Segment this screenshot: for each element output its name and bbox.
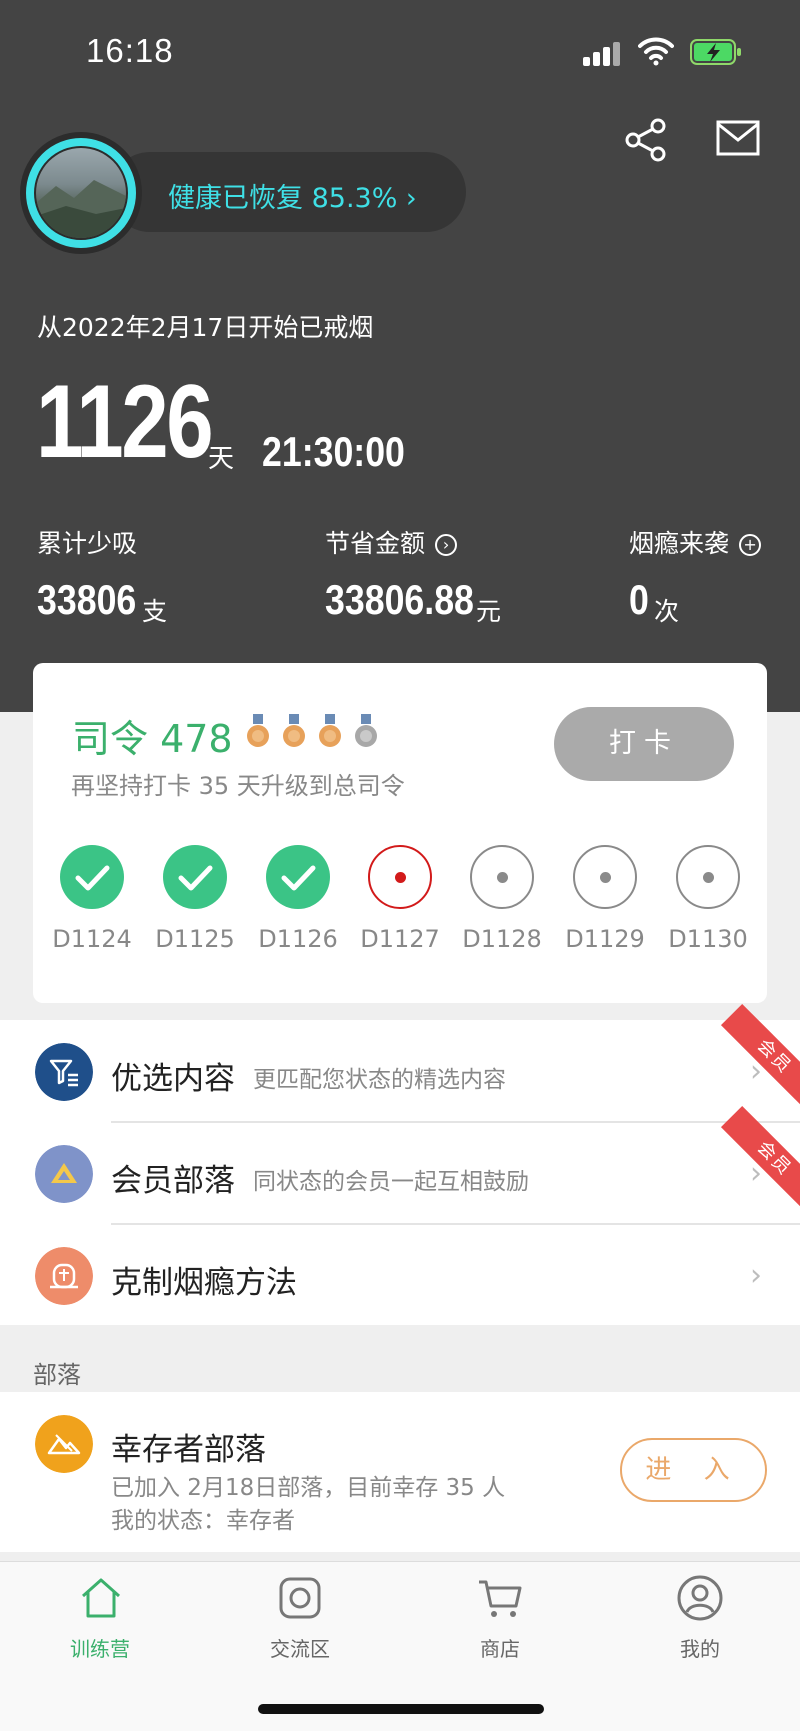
medal-icon — [319, 714, 341, 747]
stat-label-cravings[interactable]: 烟瘾来袭 + — [629, 524, 762, 560]
check-icon — [178, 865, 213, 891]
battery-charging-icon — [690, 39, 741, 65]
enter-tribe-button[interactable]: 进 入 — [620, 1438, 767, 1502]
tribe-status: 我的状态：幸存者 — [111, 1508, 295, 1534]
chevron-right-icon: › — [750, 1258, 762, 1293]
health-recovery-text[interactable]: 健康已恢复 85.3% › — [168, 176, 417, 215]
strength-icon — [35, 1247, 93, 1305]
list-item-title: 克制烟瘾方法 — [111, 1265, 297, 1301]
check-icon — [281, 865, 316, 891]
arrow-right-circle-icon[interactable]: › — [435, 534, 458, 556]
checkin-button[interactable]: 打卡 — [554, 707, 734, 781]
day-label: D1130 — [668, 925, 748, 953]
elapsed-clock: 21:30:00 — [262, 428, 405, 475]
cart-icon[interactable] — [476, 1574, 524, 1622]
day-check-done — [60, 845, 124, 909]
stat-label-money[interactable]: 节省金额 › — [325, 524, 458, 560]
list-item-subtitle: 同状态的会员一起互相鼓励 — [253, 1169, 529, 1195]
day-label: D1124 — [52, 925, 132, 953]
stat-unit-money: 元 — [476, 597, 502, 626]
tab-mine[interactable]: 我的 — [640, 1633, 760, 1662]
days-counter: 1126 — [36, 364, 214, 480]
tribe-title: 幸存者部落 — [111, 1432, 266, 1468]
rank-subtitle: 再坚持打卡 35 天升级到总司令 — [71, 772, 405, 800]
stat-unit-cravings: 次 — [654, 597, 680, 626]
plus-circle-icon[interactable]: + — [739, 534, 762, 556]
divider — [111, 1121, 800, 1123]
tab-community[interactable]: 交流区 — [240, 1633, 360, 1662]
triangle-badge-icon — [35, 1145, 93, 1203]
avatar-photo — [36, 180, 126, 238]
filter-list-icon — [35, 1043, 93, 1101]
day-label: D1128 — [462, 925, 542, 953]
tab-training-camp[interactable]: 训练营 — [40, 1633, 160, 1662]
rank-title: 司令 478 — [72, 717, 233, 761]
tribe-info: 已加入 2月18日部落，目前幸存 35 人 — [111, 1475, 506, 1501]
medal-icon — [355, 714, 377, 747]
stat-unit-cigarettes: 支 — [142, 597, 168, 626]
home-icon[interactable] — [77, 1574, 125, 1622]
check-icon — [75, 865, 110, 891]
day-check-done — [266, 845, 330, 909]
list-item-title: 会员部落 — [111, 1163, 235, 1199]
day-check-done — [163, 845, 227, 909]
avatar[interactable] — [36, 148, 126, 238]
days-unit: 天 — [208, 444, 235, 474]
list-item-subtitle: 更匹配您状态的精选内容 — [253, 1067, 506, 1093]
day-check-future — [676, 845, 740, 909]
tab-shop[interactable]: 商店 — [440, 1633, 560, 1662]
share-icon[interactable] — [624, 118, 668, 162]
status-time: 16:18 — [86, 32, 174, 69]
chat-icon[interactable] — [276, 1574, 324, 1622]
divider — [111, 1223, 800, 1225]
cellular-signal-icon — [583, 40, 627, 66]
day-label: D1129 — [565, 925, 645, 953]
stat-label-cigarettes: 累计少吸 — [37, 529, 138, 558]
home-indicator[interactable] — [258, 1704, 544, 1714]
section-title: 部落 — [33, 1361, 81, 1389]
wifi-icon — [638, 37, 674, 66]
stat-value-cigarettes: 33806 — [37, 576, 137, 623]
day-label: D1127 — [360, 925, 440, 953]
quit-since-text: 从2022年2月17日开始已戒烟 — [37, 313, 374, 342]
mail-icon[interactable] — [716, 120, 760, 156]
day-check-today — [368, 845, 432, 909]
tribe-mountain-icon — [35, 1415, 93, 1473]
day-label: D1126 — [258, 925, 338, 953]
medal-icon — [247, 714, 269, 747]
profile-icon[interactable] — [676, 1574, 724, 1622]
day-check-future — [470, 845, 534, 909]
day-check-future — [573, 845, 637, 909]
day-label: D1125 — [155, 925, 235, 953]
stat-value-cravings: 0 — [629, 576, 649, 623]
medal-icon — [283, 714, 305, 747]
list-item-title: 优选内容 — [111, 1061, 235, 1097]
stat-value-money: 33806.88 — [325, 576, 474, 623]
